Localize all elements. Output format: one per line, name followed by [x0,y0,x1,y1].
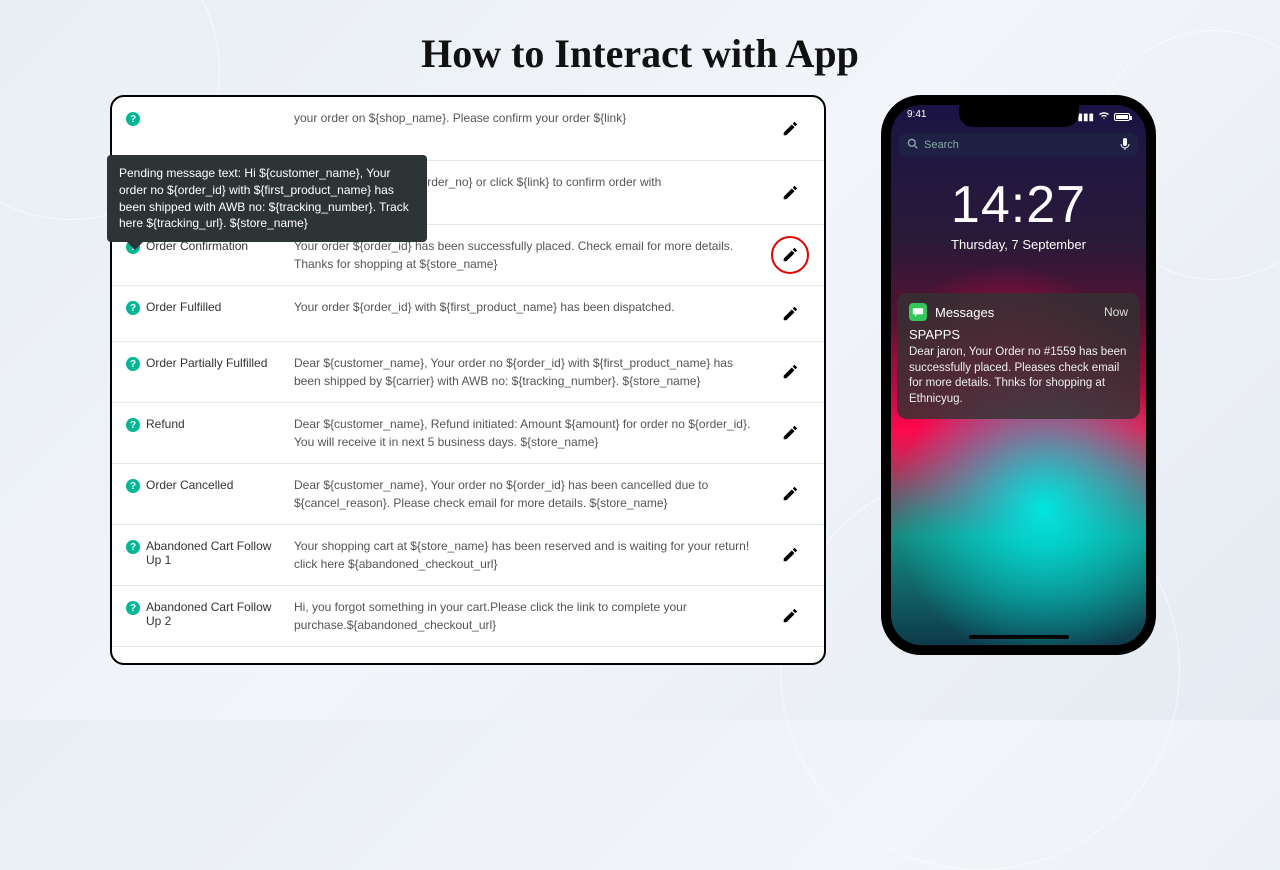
notification-card[interactable]: Messages Now SPAPPS Dear jaron, Your Ord… [897,293,1140,419]
template-row: ? your order on ${shop_name}. Please conf… [112,97,824,161]
notification-sender: SPAPPS [909,327,1128,342]
template-row: ? Order Fulfilled Your order ${order_id} w… [112,286,824,342]
help-icon[interactable]: ? [126,479,140,493]
template-row: ? Abandoned Cart Follow Up 2 Hi, you forgo… [112,586,824,647]
home-indicator[interactable] [969,635,1069,639]
clock-time: 14:27 [891,175,1146,235]
phone-mockup: 9:41 ▮▮▮ Search 14:27 Thursday, 7 Septem… [881,95,1156,655]
template-row: ? Abandoned Cart Follow Up 1 Your shopping… [112,525,824,586]
template-message: Your order ${order_id} has been successf… [294,237,770,273]
notification-body: Dear jaron, Your Order no #1559 has been… [909,345,1128,407]
template-row: ? Refund Dear ${customer_name}, Refund ini… [112,403,824,464]
notification-app-name: Messages [935,305,994,320]
template-name: Abandoned Cart Follow Up 1 [146,539,286,567]
help-icon[interactable]: ? [126,601,140,615]
help-icon[interactable]: ? [126,540,140,554]
edit-icon[interactable] [781,120,799,138]
messages-app-icon [909,303,927,321]
template-name: Refund [146,417,185,431]
edit-icon[interactable] [781,305,799,323]
help-icon[interactable]: ? [126,301,140,315]
battery-icon [1114,113,1130,121]
template-message: Your order ${order_id} with ${first_prod… [294,298,770,329]
template-row: ? Order Cancelled Dear ${customer_name}, Y… [112,464,824,525]
tooltip-text: Pending message text: Hi ${customer_name… [119,166,409,230]
wifi-icon [1098,111,1110,123]
search-placeholder: Search [924,139,959,151]
edit-icon[interactable] [781,485,799,503]
edit-icon[interactable] [781,424,799,442]
edit-icon[interactable] [781,607,799,625]
edit-icon[interactable] [781,546,799,564]
template-row: ? Order Partially Fulfilled Dear ${custome… [112,342,824,403]
template-message: Your shopping cart at ${store_name} has … [294,537,770,573]
status-time: 9:41 [907,109,926,125]
clock-date: Thursday, 7 September [891,237,1146,252]
template-name: Order Partially Fulfilled [146,356,267,370]
lockscreen-clock: 14:27 Thursday, 7 September [891,175,1146,252]
template-message: Hi, you forgot something in your cart.Pl… [294,598,770,634]
template-name: Order Fulfilled [146,300,221,314]
signal-icon: ▮▮▮ [1077,112,1094,123]
help-icon[interactable]: ? [126,418,140,432]
template-message: Dear ${customer_name}, Your order no ${o… [294,476,770,512]
tooltip-pending-message: Pending message text: Hi ${customer_name… [107,155,427,242]
search-icon [907,138,918,152]
notification-time: Now [1104,305,1128,319]
mic-icon[interactable] [1120,137,1130,154]
edit-icon[interactable] [781,363,799,381]
template-message: Dear ${customer_name}, Refund initiated:… [294,415,770,451]
template-name: Abandoned Cart Follow Up 2 [146,600,286,628]
template-name: Order Cancelled [146,478,233,492]
template-message: your order on ${shop_name}. Please confi… [294,109,770,148]
edit-icon[interactable] [781,184,799,202]
phone-notch [959,105,1079,127]
template-message: Dear ${customer_name}, Your order no ${o… [294,354,770,390]
phone-search[interactable]: Search [899,133,1138,157]
help-icon[interactable]: ? [126,112,140,126]
help-icon[interactable]: ? [126,357,140,371]
edit-icon[interactable] [781,246,799,264]
